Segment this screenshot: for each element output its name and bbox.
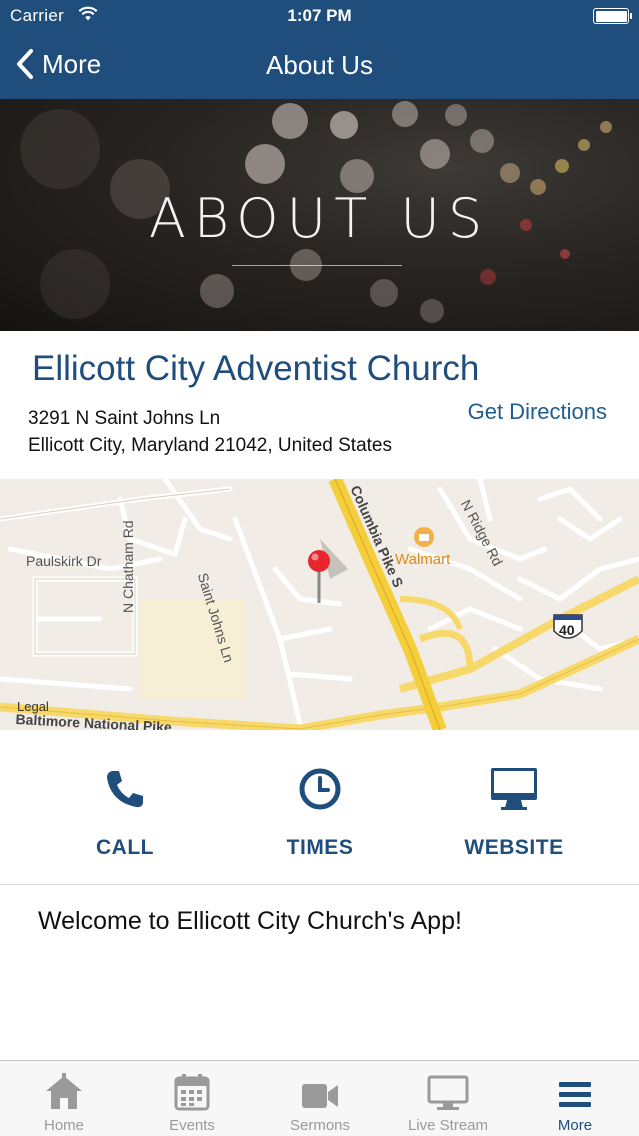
- call-button[interactable]: CALL: [45, 764, 205, 860]
- times-button[interactable]: TIMES: [240, 764, 400, 860]
- get-directions-link[interactable]: Get Directions: [468, 399, 607, 425]
- hero-divider: [232, 265, 402, 266]
- tab-label: Live Stream: [407, 1117, 489, 1134]
- tab-label: Events: [169, 1117, 215, 1134]
- menu-icon: [511, 1061, 639, 1111]
- header: Carrier 1:07 PM More About Us: [0, 0, 639, 99]
- tab-bar: Home Events Sermons Live Stream More: [0, 1060, 639, 1136]
- status-bar: Carrier 1:07 PM: [0, 0, 639, 34]
- tab-label: Home: [43, 1117, 84, 1134]
- monitor-icon: [434, 764, 594, 814]
- home-icon: [0, 1061, 128, 1111]
- address-line-2: Ellicott City, Maryland 21042, United St…: [28, 435, 392, 456]
- monitor-icon: [384, 1061, 512, 1111]
- hero-banner: ABOUT US: [0, 99, 639, 331]
- tab-home[interactable]: Home: [0, 1061, 128, 1136]
- tab-label: Sermons: [289, 1117, 351, 1134]
- tab-label: More: [557, 1117, 593, 1134]
- map-legal-link[interactable]: Legal: [17, 699, 49, 714]
- map-roads: [0, 479, 639, 730]
- tab-sermons[interactable]: Sermons: [256, 1061, 384, 1136]
- location-map[interactable]: Paulskirk Dr Saint Johns Ln Columbia Pik…: [0, 479, 639, 730]
- map-label-paulskirk: Paulskirk Dr: [26, 553, 102, 569]
- tab-events[interactable]: Events: [128, 1061, 256, 1136]
- page-title: About Us: [266, 50, 373, 80]
- tab-more[interactable]: More: [511, 1061, 639, 1136]
- battery-icon: [593, 8, 632, 24]
- website-label: WEBSITE: [464, 836, 564, 859]
- calendar-icon: [128, 1061, 256, 1111]
- address-line-1: 3291 N Saint Johns Ln: [28, 408, 221, 429]
- map-label-route: 40: [559, 622, 575, 638]
- phone-icon: [45, 764, 205, 814]
- tab-live-stream[interactable]: Live Stream: [384, 1061, 512, 1136]
- call-label: CALL: [96, 836, 154, 859]
- clock-time: 1:07 PM: [287, 6, 352, 25]
- video-icon: [256, 1061, 384, 1111]
- welcome-message: Welcome to Ellicott City Church's App!: [38, 907, 462, 935]
- church-name: Ellicott City Adventist Church: [32, 349, 480, 388]
- map-label-chatham: N Chatham Rd: [120, 520, 136, 613]
- navigation-bar: More About Us: [0, 36, 639, 96]
- map-label-walmart: Walmart: [395, 551, 451, 568]
- church-info: Ellicott City Adventist Church 3291 N Sa…: [0, 331, 639, 479]
- website-button[interactable]: WEBSITE: [434, 764, 594, 860]
- hero-title: ABOUT US: [148, 187, 491, 250]
- times-label: TIMES: [286, 836, 354, 859]
- action-buttons: CALL TIMES WEBSITE: [0, 730, 639, 885]
- clock-icon: [240, 764, 400, 814]
- church-address: 3291 N Saint Johns Ln Ellicott City, Mar…: [28, 405, 392, 459]
